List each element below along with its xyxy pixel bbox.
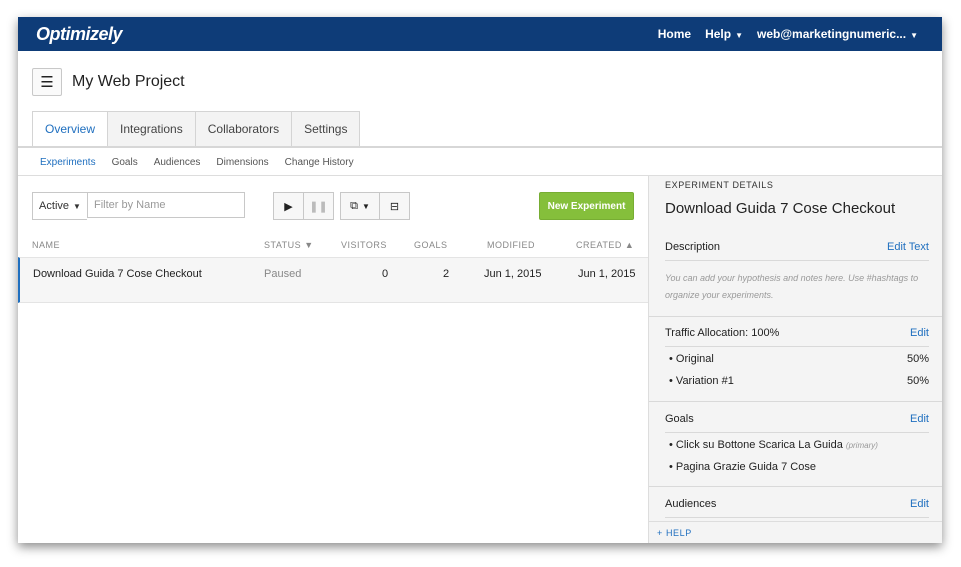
status-dropdown-value: Active: [39, 200, 70, 212]
details-title: Download Guida 7 Cose Checkout: [665, 200, 896, 217]
nav-help-label: Help: [705, 27, 732, 41]
caret-down-icon: ▼: [304, 240, 314, 250]
audiences-row: Audiences Edit: [665, 498, 929, 510]
description-label: Description: [665, 241, 721, 253]
details-section-label: EXPERIMENT DETAILS: [665, 180, 774, 190]
subnav-audiences[interactable]: Audiences: [154, 157, 201, 168]
tab-collaborators[interactable]: Collaborators: [195, 111, 293, 147]
list-item: • Variation #1 50%: [669, 375, 929, 387]
subnav-change-history[interactable]: Change History: [285, 157, 354, 168]
traffic-row: Traffic Allocation: 100% Edit: [665, 327, 929, 339]
help-bar[interactable]: + HELP: [649, 521, 942, 543]
subnav-dimensions[interactable]: Dimensions: [216, 157, 268, 168]
divider: [649, 401, 942, 402]
nav-home[interactable]: Home: [658, 27, 691, 41]
goal-name: Click su Bottone Scarica La Guida: [675, 439, 843, 451]
list-item: • Click su Bottone Scarica La Guida (pri…: [669, 439, 878, 451]
new-experiment-button[interactable]: New Experiment: [539, 192, 634, 220]
edit-description-link[interactable]: Edit Text: [887, 241, 929, 253]
sort-asc-icon: ▲: [624, 240, 635, 250]
caret-down-icon: ▼: [361, 201, 370, 211]
col-goals[interactable]: GOALS: [414, 240, 448, 250]
divider: [665, 517, 929, 518]
caret-down-icon: ▼: [910, 31, 918, 40]
col-created-label: CREATED: [576, 240, 622, 250]
cell-status: Paused: [264, 268, 302, 280]
variation-name: Variation #1: [675, 375, 734, 387]
variation-pct: 50%: [906, 375, 929, 387]
project-header: ☰ My Web Project: [32, 68, 185, 96]
col-modified[interactable]: MODIFIED: [487, 240, 535, 250]
goal-name: Pagina Grazie Guida 7 Cose: [675, 461, 816, 473]
variation-pct: 50%: [906, 353, 929, 365]
tab-overview[interactable]: Overview: [32, 111, 109, 147]
cell-created: Jun 1, 2015: [578, 268, 636, 280]
divider: [665, 260, 929, 261]
divider: [649, 316, 942, 317]
cell-modified: Jun 1, 2015: [484, 268, 542, 280]
col-status[interactable]: STATUS ▼: [264, 240, 314, 250]
playback-controls: ▶ ❚❚: [273, 192, 334, 220]
nav-account-label: web@marketingnumeric...: [757, 27, 907, 41]
tab-settings[interactable]: Settings: [292, 111, 361, 147]
project-tabs: Overview Integrations Collaborators Sett…: [32, 111, 361, 147]
archive-icon[interactable]: ⊟: [380, 192, 410, 220]
variation-name: Original: [675, 353, 714, 365]
top-nav: Home Help ▼ web@marketingnumeric... ▼: [658, 17, 918, 51]
filter-toolbar: Active ▼ Filter by Name: [32, 192, 245, 220]
col-name[interactable]: NAME: [32, 240, 60, 250]
hamburger-icon[interactable]: ☰: [32, 68, 62, 96]
divider: [665, 432, 929, 433]
table-header: NAME STATUS ▼ VISITORS GOALS MODIFIED CR…: [18, 236, 648, 256]
traffic-label: Traffic Allocation: 100%: [665, 327, 780, 339]
subnav-goals[interactable]: Goals: [112, 157, 138, 168]
caret-down-icon: ▼: [73, 201, 81, 211]
tabs-divider: [18, 146, 942, 148]
action-controls: ⧉ ▼ ⊟: [340, 192, 410, 220]
goal-primary-tag: (primary): [845, 441, 878, 450]
app-window: Optimizely Home Help ▼ web@marketingnumer…: [18, 17, 942, 543]
edit-goals-link[interactable]: Edit: [910, 413, 929, 425]
col-status-label: STATUS: [264, 240, 302, 250]
list-item: • Pagina Grazie Guida 7 Cose: [669, 461, 816, 473]
duplicate-icon[interactable]: ⧉ ▼: [340, 192, 380, 220]
edit-traffic-link[interactable]: Edit: [910, 327, 929, 339]
caret-down-icon: ▼: [735, 31, 743, 40]
audiences-label: Audiences: [665, 498, 717, 510]
page-title: My Web Project: [72, 73, 185, 90]
list-item: • Original 50%: [669, 353, 929, 365]
cell-name: Download Guida 7 Cose Checkout: [33, 268, 202, 280]
divider: [665, 346, 929, 347]
description-row: Description Edit Text: [665, 241, 929, 253]
play-icon[interactable]: ▶: [273, 192, 304, 220]
nav-help[interactable]: Help ▼: [705, 27, 743, 41]
filter-input[interactable]: Filter by Name: [87, 192, 245, 218]
divider: [649, 486, 942, 487]
nav-account[interactable]: web@marketingnumeric... ▼: [757, 27, 918, 41]
col-created[interactable]: CREATED ▲: [576, 240, 634, 250]
goals-label: Goals: [665, 413, 694, 425]
col-visitors[interactable]: VISITORS: [341, 240, 387, 250]
description-hint[interactable]: You can add your hypothesis and notes he…: [665, 270, 929, 304]
cell-visitors: 0: [382, 268, 389, 280]
help-link[interactable]: + HELP: [657, 528, 692, 538]
table-row[interactable]: Download Guida 7 Cose Checkout Paused 0 …: [18, 257, 648, 303]
status-dropdown[interactable]: Active ▼: [32, 192, 87, 220]
cell-goals: 2: [443, 268, 450, 280]
optimizely-logo[interactable]: Optimizely: [36, 24, 123, 45]
top-navbar: Optimizely Home Help ▼ web@marketingnumer…: [18, 17, 942, 51]
sub-navigation: Experiments Goals Audiences Dimensions C…: [40, 157, 354, 168]
tab-integrations[interactable]: Integrations: [108, 111, 196, 147]
goals-row: Goals Edit: [665, 413, 929, 425]
experiment-details-panel: EXPERIMENT DETAILS Download Guida 7 Cose…: [648, 176, 942, 543]
edit-audiences-link[interactable]: Edit: [910, 498, 929, 510]
subnav-experiments[interactable]: Experiments: [40, 157, 96, 168]
pause-icon[interactable]: ❚❚: [304, 192, 334, 220]
